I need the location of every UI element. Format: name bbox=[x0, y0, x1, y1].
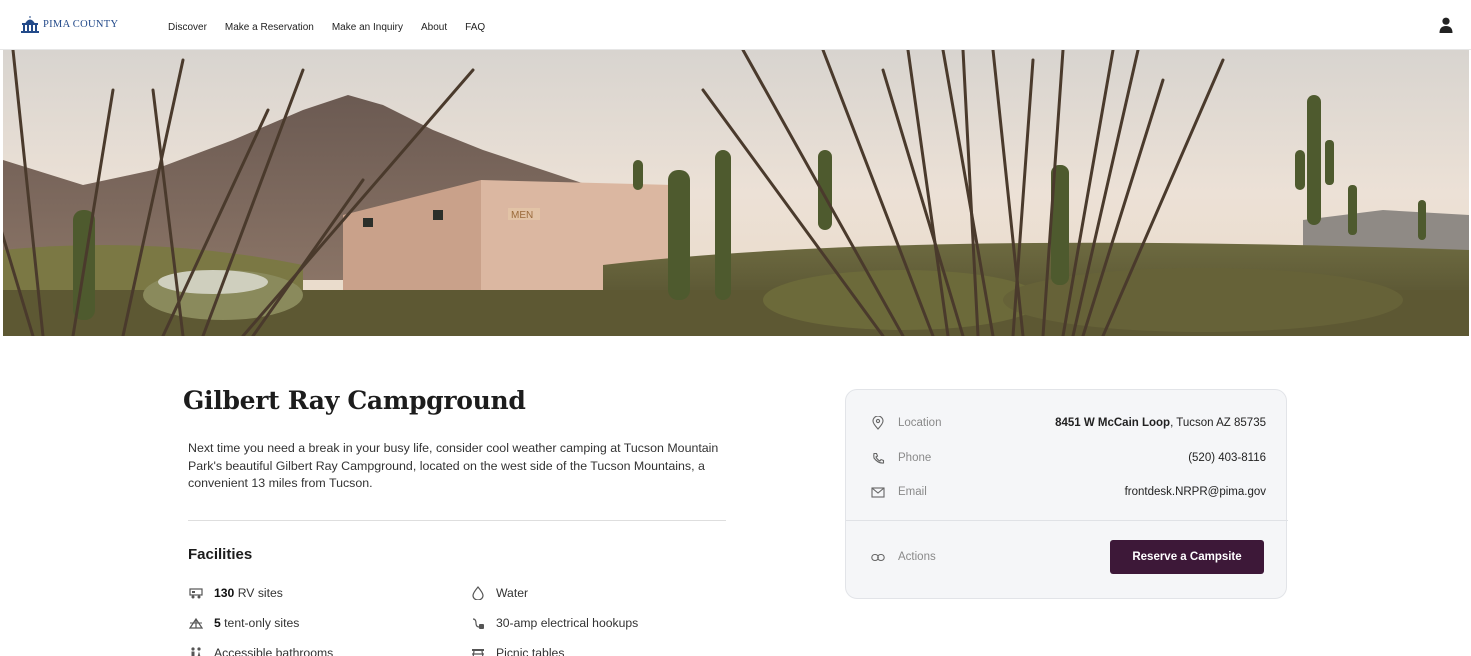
email-label: Email bbox=[898, 486, 927, 498]
facility-picnic: Picnic tables bbox=[470, 646, 564, 656]
top-nav: PIMA COUNTY Discover Make a Reservation … bbox=[0, 0, 1471, 50]
nav-faq[interactable]: FAQ bbox=[465, 22, 485, 33]
restroom-icon bbox=[188, 646, 204, 656]
email-row: Email frontdesk.NRPR@pima.gov bbox=[846, 482, 1288, 502]
phone-icon bbox=[870, 450, 886, 466]
facility-electrical: 30-amp electrical hookups bbox=[470, 616, 638, 630]
water-label: Water bbox=[496, 586, 529, 600]
facility-tent-sites: 5 tent-only sites bbox=[188, 616, 299, 630]
rv-icon bbox=[188, 586, 204, 600]
reserve-campsite-button[interactable]: Reserve a Campsite bbox=[1110, 540, 1264, 574]
email-value[interactable]: frontdesk.NRPR@pima.gov bbox=[1125, 486, 1266, 498]
envelope-icon bbox=[870, 484, 886, 500]
logo-text: PIMA COUNTY bbox=[43, 18, 119, 30]
link-icon bbox=[870, 549, 886, 565]
facility-rv-sites: 130 RV sites bbox=[188, 586, 283, 600]
location-row: Location 8451 W McCain Loop, Tucson AZ 8… bbox=[846, 413, 1288, 433]
card-divider bbox=[846, 520, 1288, 521]
picnic-label: Picnic tables bbox=[496, 646, 565, 656]
page-title: Gilbert Ray Campground bbox=[183, 386, 526, 415]
picnic-table-icon bbox=[470, 646, 486, 656]
rv-label: RV sites bbox=[234, 586, 283, 600]
campground-description: Next time you need a break in your busy … bbox=[188, 441, 719, 490]
men-sign: MEN bbox=[511, 210, 533, 221]
tent-icon bbox=[188, 616, 204, 630]
phone-label: Phone bbox=[898, 452, 932, 464]
pima-county-logo[interactable]: PIMA COUNTY bbox=[20, 15, 118, 33]
nav-discover[interactable]: Discover bbox=[168, 22, 207, 33]
person-icon[interactable] bbox=[1439, 17, 1453, 38]
water-drop-icon bbox=[470, 586, 486, 600]
tent-count: 5 bbox=[214, 616, 221, 630]
courthouse-dome-icon bbox=[21, 16, 39, 33]
location-street: 8451 W McCain Loop bbox=[1055, 417, 1171, 429]
location-label: Location bbox=[898, 417, 942, 429]
facilities-heading: Facilities bbox=[188, 546, 253, 563]
location-city: , Tucson AZ 85735 bbox=[1170, 417, 1266, 429]
phone-row: Phone (520) 403-8116 bbox=[846, 448, 1288, 468]
hero-image: MEN bbox=[3, 50, 1469, 336]
nav-links: Discover Make a Reservation Make an Inqu… bbox=[168, 22, 485, 33]
location-value[interactable]: 8451 W McCain Loop, Tucson AZ 85735 bbox=[1055, 417, 1266, 429]
contact-card: Location 8451 W McCain Loop, Tucson AZ 8… bbox=[845, 389, 1288, 599]
facility-water: Water bbox=[470, 586, 528, 600]
plug-icon bbox=[470, 616, 486, 630]
rv-count: 130 bbox=[214, 586, 235, 600]
nav-about[interactable]: About bbox=[421, 22, 447, 33]
facility-bathrooms: Accessible bathrooms bbox=[188, 646, 333, 656]
nav-make-inquiry[interactable]: Make an Inquiry bbox=[332, 22, 403, 33]
divider bbox=[188, 520, 726, 521]
nav-make-reservation[interactable]: Make a Reservation bbox=[225, 22, 314, 33]
bathrooms-label: Accessible bathrooms bbox=[214, 646, 334, 656]
location-pin-icon bbox=[870, 415, 886, 431]
tent-label: tent-only sites bbox=[220, 616, 300, 630]
phone-value[interactable]: (520) 403-8116 bbox=[1188, 452, 1266, 464]
actions-label: Actions bbox=[898, 551, 936, 563]
electrical-label: 30-amp electrical hookups bbox=[496, 616, 639, 630]
